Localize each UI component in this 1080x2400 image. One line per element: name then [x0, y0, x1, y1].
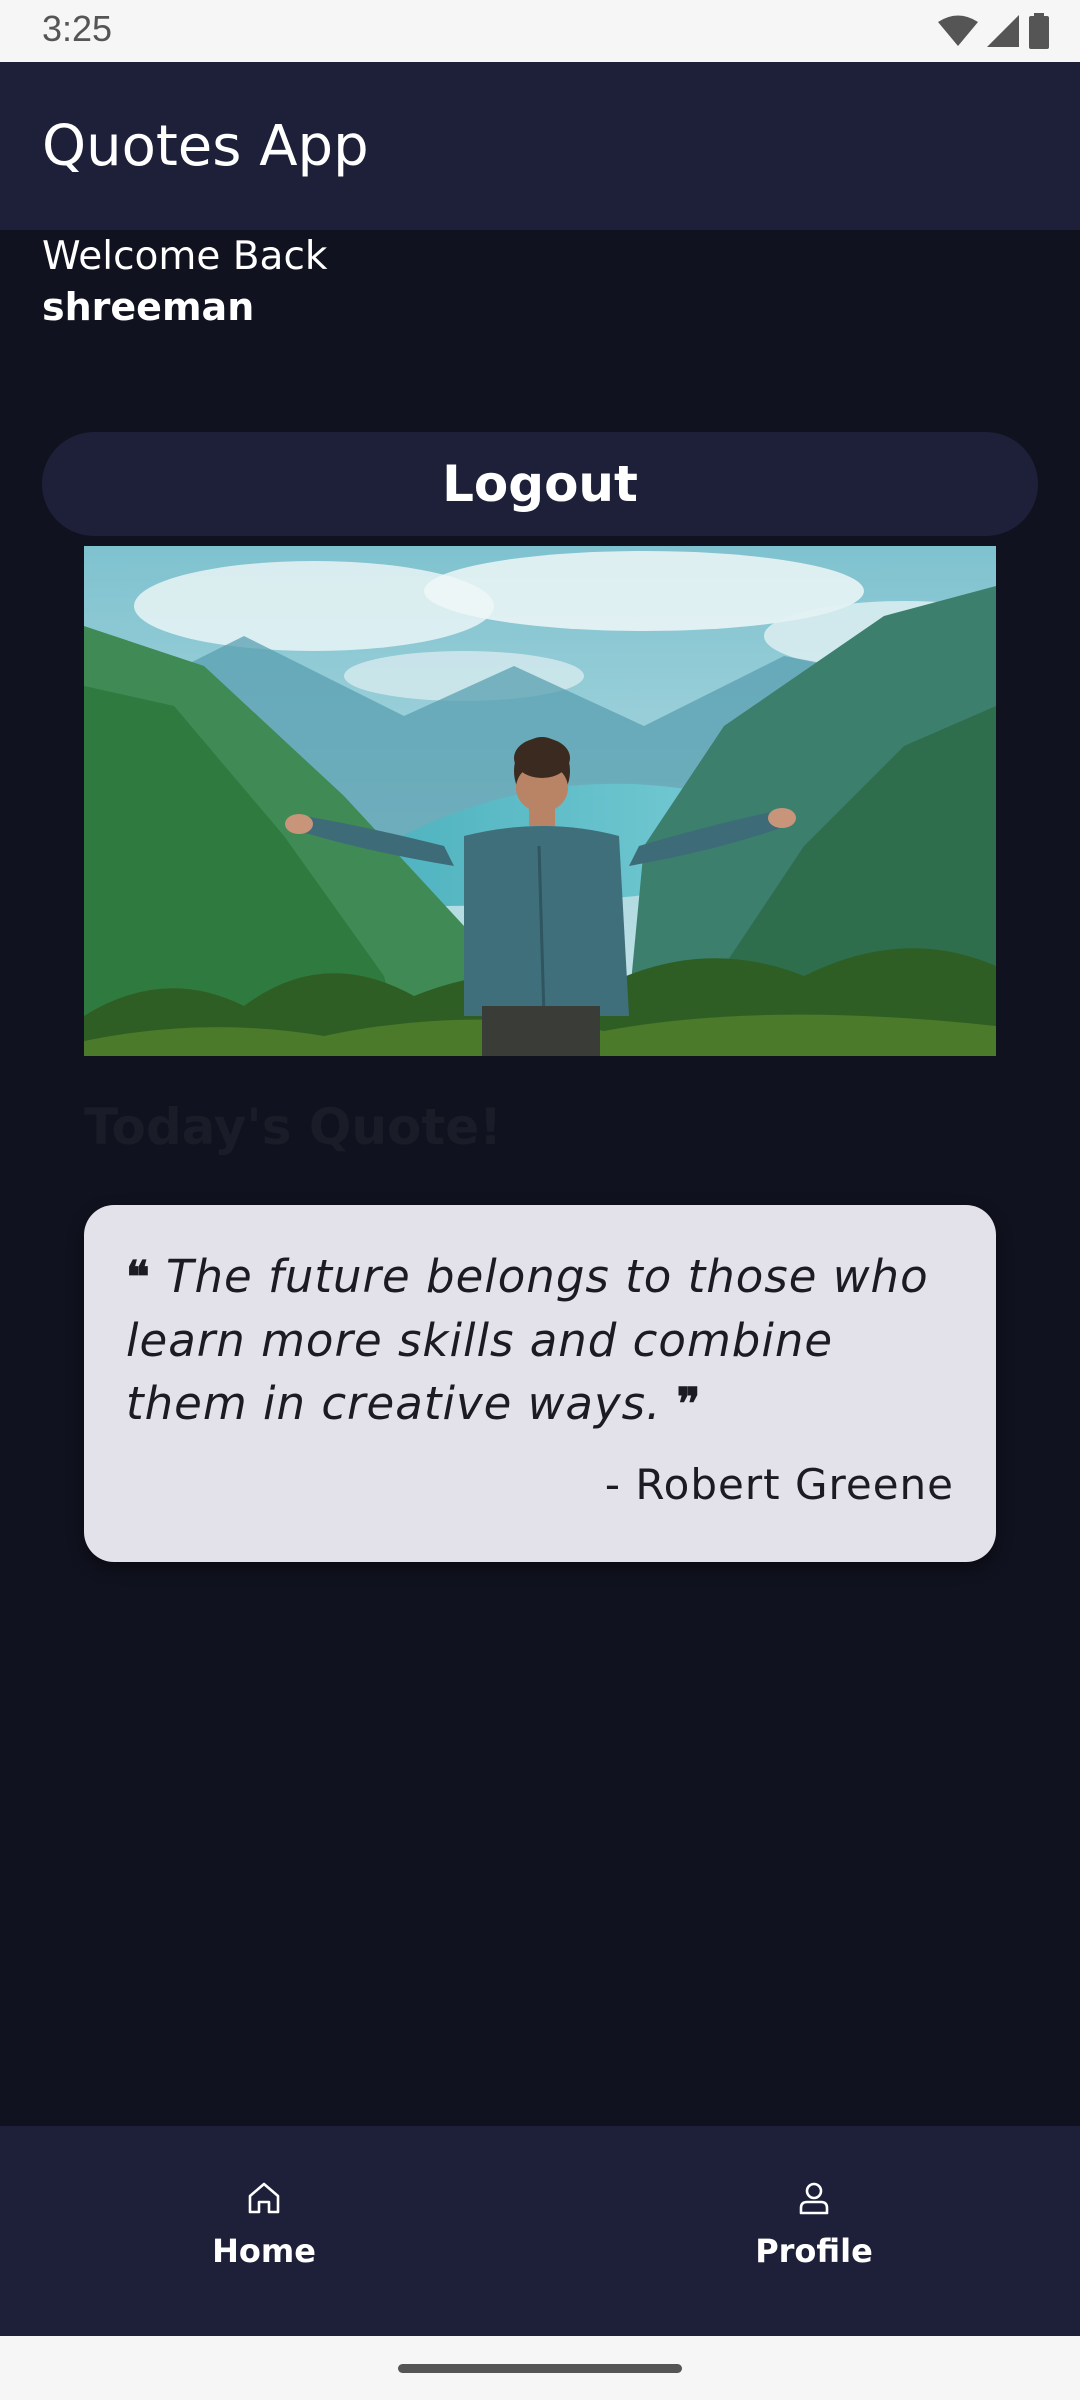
- profile-icon: [799, 2182, 829, 2215]
- gesture-handle[interactable]: [398, 2364, 682, 2373]
- status-time: 3:25: [42, 8, 113, 49]
- home-icon: [248, 2182, 280, 2214]
- quote-text: The future belongs to those who learn mo…: [126, 1250, 929, 1430]
- quote-author: - Robert Greene: [604, 1460, 954, 1509]
- todays-quote-title: Today's Quote!: [84, 1098, 502, 1156]
- nav-item-profile[interactable]: Profile: [540, 2126, 1080, 2336]
- hero-image: [84, 546, 996, 1056]
- wifi-icon: [938, 15, 978, 46]
- nav-item-home[interactable]: Home: [0, 2126, 528, 2336]
- quote-card: ❝ The future belongs to those who learn …: [84, 1205, 996, 1562]
- status-icons: [938, 12, 1050, 50]
- bottom-nav: Home Profile: [0, 2126, 1080, 2336]
- gesture-area: [0, 2336, 1080, 2400]
- welcome-text: Welcome Back: [42, 234, 328, 279]
- app-title: Quotes App: [42, 114, 369, 179]
- cell-signal-icon: [987, 15, 1019, 47]
- nav-label-home: Home: [212, 2232, 316, 2270]
- battery-icon: [1029, 13, 1049, 49]
- close-quote-icon: ❞: [676, 1379, 702, 1430]
- logout-button[interactable]: Logout: [42, 432, 1038, 536]
- status-bar: 3:25: [0, 0, 1080, 62]
- app-bar: Quotes App: [0, 62, 1080, 230]
- nav-label-profile: Profile: [755, 2232, 873, 2270]
- open-quote-icon: ❝: [126, 1252, 151, 1303]
- username: shreeman: [42, 285, 255, 329]
- quote-text-block: ❝ The future belongs to those who learn …: [126, 1245, 966, 1436]
